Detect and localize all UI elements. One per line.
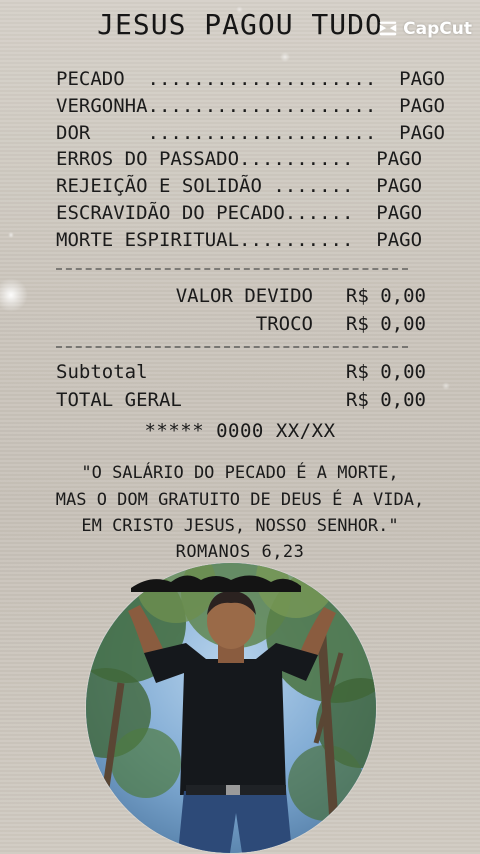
dashed-divider	[56, 346, 408, 348]
charge-item: REJEIÇÃO E SOLIDÃO ....... PAGO	[56, 175, 423, 198]
totals-block: Subtotal R$ 0,00 TOTAL GERAL R$ 0,00	[56, 358, 426, 414]
charge-item: ERROS DO PASSADO.......... PAGO	[56, 148, 423, 171]
verse-line: "O SALÁRIO DO PECADO É A MORTE,	[81, 463, 399, 483]
subtotal-label: Subtotal	[56, 361, 148, 383]
troco-value: R$ 0,00	[345, 313, 426, 335]
charge-item: ESCRAVIDÃO DO PECADO...... PAGO	[56, 201, 423, 224]
capcut-logo-icon	[379, 21, 397, 36]
charge-list: PECADO .................... PAGO VERGONH…	[56, 66, 445, 254]
valor-devido-label: VALOR DEVIDO	[175, 285, 313, 307]
charge-item: VERGONHA.................... PAGO	[56, 94, 445, 117]
troco-line: TROCO R$ 0,00	[56, 310, 426, 338]
total-geral-line: TOTAL GERAL R$ 0,00	[56, 386, 426, 414]
subtotal-line: Subtotal R$ 0,00	[56, 358, 426, 386]
dashed-divider	[56, 268, 408, 270]
subtotal-value: R$ 0,00	[345, 361, 426, 383]
verse-line: MAS O DOM GRATUITO DE DEUS É A VIDA,	[55, 489, 425, 510]
valor-devido-value: R$ 0,00	[345, 285, 426, 307]
charge-item: MORTE ESPIRITUAL.......... PAGO	[56, 228, 423, 251]
sparkle-decoration	[8, 232, 14, 238]
total-geral-label: TOTAL GERAL	[56, 389, 182, 411]
person-photo	[86, 563, 376, 853]
person-photo-illustration	[86, 563, 376, 853]
auth-code: ***** 0000 XX/XX	[144, 420, 336, 442]
charge-item: PECADO .................... PAGO	[56, 68, 445, 90]
amount-due-block: VALOR DEVIDO R$ 0,00 TROCO R$ 0,00	[56, 282, 426, 338]
verse-line: EM CRISTO JESUS, NOSSO SENHOR."	[81, 516, 399, 536]
valor-devido-line: VALOR DEVIDO R$ 0,00	[56, 282, 426, 310]
total-geral-value: R$ 0,00	[345, 389, 426, 411]
charge-item: DOR .................... PAGO	[56, 121, 445, 144]
capcut-brand-label: CapCut	[403, 19, 472, 39]
capcut-watermark: CapCut	[377, 18, 472, 40]
receipt-page: JESUS PAGOU TUDO CapCut PECADO .........…	[0, 0, 480, 854]
photo-top-edge-decoration	[131, 575, 301, 592]
troco-label: TROCO	[255, 313, 313, 335]
sparkle-decoration	[280, 52, 290, 62]
sparkle-decoration	[442, 382, 450, 390]
bible-verse: "O SALÁRIO DO PECADO É A MORTE, MAS O DO…	[0, 460, 480, 540]
verse-reference: ROMANOS 6,23	[175, 542, 305, 562]
